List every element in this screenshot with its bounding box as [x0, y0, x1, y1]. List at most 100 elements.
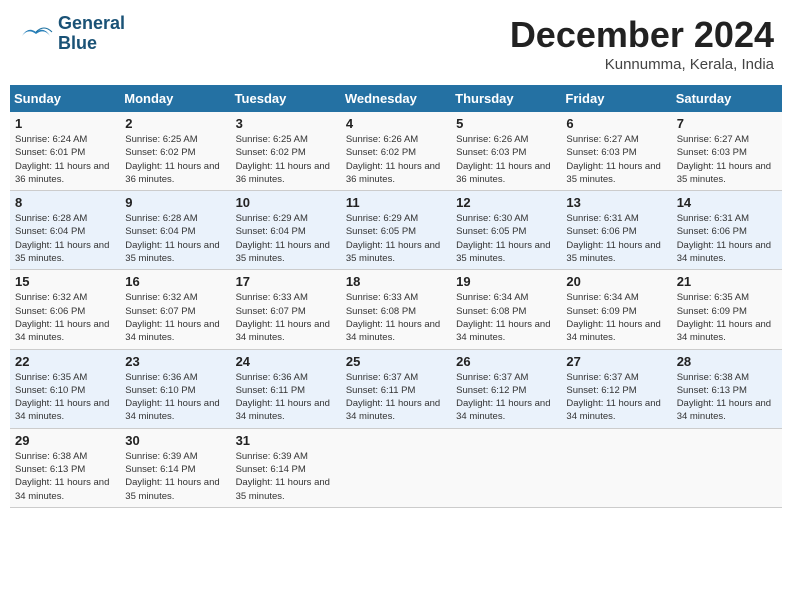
- day-info: Sunrise: 6:27 AM Sunset: 6:03 PM Dayligh…: [677, 133, 777, 186]
- day-info: Sunrise: 6:36 AM Sunset: 6:10 PM Dayligh…: [125, 371, 225, 424]
- logo: General Blue: [18, 14, 125, 54]
- weekday-header-thursday: Thursday: [451, 85, 561, 112]
- calendar-cell: 6Sunrise: 6:27 AM Sunset: 6:03 PM Daylig…: [561, 112, 671, 191]
- calendar-cell: 1 Sunrise: 6:24 AM Sunset: 6:01 PM Daylig…: [10, 112, 120, 191]
- calendar-cell: 4Sunrise: 6:26 AM Sunset: 6:02 PM Daylig…: [341, 112, 451, 191]
- day-number: 7: [677, 116, 777, 131]
- day-number: 20: [566, 274, 666, 289]
- calendar-cell: [561, 428, 671, 507]
- calendar-cell: 8 Sunrise: 6:28 AM Sunset: 6:04 PM Daylig…: [10, 191, 120, 270]
- day-number: 31: [236, 433, 336, 448]
- day-number: 2: [125, 116, 225, 131]
- day-number: 25: [346, 354, 446, 369]
- calendar-cell: 24 Sunrise: 6:36 AM Sunset: 6:11 PM Dayli…: [231, 349, 341, 428]
- day-number: 23: [125, 354, 225, 369]
- day-info: Sunrise: 6:38 AM Sunset: 6:13 PM Dayligh…: [15, 450, 115, 503]
- day-info: Sunrise: 6:33 AM Sunset: 6:08 PM Dayligh…: [346, 291, 446, 344]
- calendar-cell: 27Sunrise: 6:37 AM Sunset: 6:12 PM Dayli…: [561, 349, 671, 428]
- weekday-header-monday: Monday: [120, 85, 230, 112]
- calendar-week-row: 15 Sunrise: 6:32 AM Sunset: 6:06 PM Dayli…: [10, 270, 782, 349]
- calendar-week-row: 22Sunrise: 6:35 AM Sunset: 6:10 PM Dayli…: [10, 349, 782, 428]
- day-number: 30: [125, 433, 225, 448]
- day-number: 28: [677, 354, 777, 369]
- weekday-header-friday: Friday: [561, 85, 671, 112]
- calendar-cell: [451, 428, 561, 507]
- day-info: Sunrise: 6:37 AM Sunset: 6:11 PM Dayligh…: [346, 371, 446, 424]
- calendar-table: SundayMondayTuesdayWednesdayThursdayFrid…: [10, 85, 782, 508]
- day-info: Sunrise: 6:34 AM Sunset: 6:09 PM Dayligh…: [566, 291, 666, 344]
- calendar-cell: 25 Sunrise: 6:37 AM Sunset: 6:11 PM Dayli…: [341, 349, 451, 428]
- calendar-cell: 23 Sunrise: 6:36 AM Sunset: 6:10 PM Dayli…: [120, 349, 230, 428]
- weekday-header-wednesday: Wednesday: [341, 85, 451, 112]
- calendar-cell: 2 Sunrise: 6:25 AM Sunset: 6:02 PM Daylig…: [120, 112, 230, 191]
- weekday-header-saturday: Saturday: [672, 85, 782, 112]
- location: Kunnumma, Kerala, India: [510, 56, 774, 73]
- calendar-cell: 30 Sunrise: 6:39 AM Sunset: 6:14 PM Dayli…: [120, 428, 230, 507]
- calendar-cell: 20 Sunrise: 6:34 AM Sunset: 6:09 PM Dayli…: [561, 270, 671, 349]
- day-info: Sunrise: 6:29 AM Sunset: 6:05 PM Dayligh…: [346, 212, 446, 265]
- day-info: Sunrise: 6:35 AM Sunset: 6:09 PM Dayligh…: [677, 291, 777, 344]
- calendar-cell: 3 Sunrise: 6:25 AM Sunset: 6:02 PM Daylig…: [231, 112, 341, 191]
- day-info: Sunrise: 6:37 AM Sunset: 6:12 PM Dayligh…: [456, 371, 556, 424]
- day-info: Sunrise: 6:38 AM Sunset: 6:13 PM Dayligh…: [677, 371, 777, 424]
- calendar-cell: 18 Sunrise: 6:33 AM Sunset: 6:08 PM Dayli…: [341, 270, 451, 349]
- calendar-cell: 26Sunrise: 6:37 AM Sunset: 6:12 PM Dayli…: [451, 349, 561, 428]
- day-number: 14: [677, 195, 777, 210]
- day-number: 24: [236, 354, 336, 369]
- calendar-cell: 22Sunrise: 6:35 AM Sunset: 6:10 PM Dayli…: [10, 349, 120, 428]
- calendar-cell: 17Sunrise: 6:33 AM Sunset: 6:07 PM Dayli…: [231, 270, 341, 349]
- day-number: 8: [15, 195, 115, 210]
- day-info: Sunrise: 6:32 AM Sunset: 6:06 PM Dayligh…: [15, 291, 115, 344]
- weekday-header-tuesday: Tuesday: [231, 85, 341, 112]
- calendar-cell: 11 Sunrise: 6:29 AM Sunset: 6:05 PM Dayli…: [341, 191, 451, 270]
- day-info: Sunrise: 6:26 AM Sunset: 6:02 PM Dayligh…: [346, 133, 446, 186]
- day-info: Sunrise: 6:25 AM Sunset: 6:02 PM Dayligh…: [125, 133, 225, 186]
- day-number: 3: [236, 116, 336, 131]
- day-info: Sunrise: 6:39 AM Sunset: 6:14 PM Dayligh…: [236, 450, 336, 503]
- day-number: 5: [456, 116, 556, 131]
- day-number: 21: [677, 274, 777, 289]
- calendar-cell: 13Sunrise: 6:31 AM Sunset: 6:06 PM Dayli…: [561, 191, 671, 270]
- day-number: 19: [456, 274, 556, 289]
- day-info: Sunrise: 6:25 AM Sunset: 6:02 PM Dayligh…: [236, 133, 336, 186]
- calendar-cell: 14 Sunrise: 6:31 AM Sunset: 6:06 PM Dayli…: [672, 191, 782, 270]
- calendar-cell: 21 Sunrise: 6:35 AM Sunset: 6:09 PM Dayli…: [672, 270, 782, 349]
- calendar-cell: [341, 428, 451, 507]
- weekday-header-sunday: Sunday: [10, 85, 120, 112]
- day-number: 12: [456, 195, 556, 210]
- day-number: 15: [15, 274, 115, 289]
- calendar-cell: 12Sunrise: 6:30 AM Sunset: 6:05 PM Dayli…: [451, 191, 561, 270]
- day-info: Sunrise: 6:37 AM Sunset: 6:12 PM Dayligh…: [566, 371, 666, 424]
- day-number: 9: [125, 195, 225, 210]
- day-info: Sunrise: 6:34 AM Sunset: 6:08 PM Dayligh…: [456, 291, 556, 344]
- day-info: Sunrise: 6:29 AM Sunset: 6:04 PM Dayligh…: [236, 212, 336, 265]
- day-number: 11: [346, 195, 446, 210]
- day-info: Sunrise: 6:32 AM Sunset: 6:07 PM Dayligh…: [125, 291, 225, 344]
- calendar-cell: 19 Sunrise: 6:34 AM Sunset: 6:08 PM Dayli…: [451, 270, 561, 349]
- calendar-cell: 29 Sunrise: 6:38 AM Sunset: 6:13 PM Dayli…: [10, 428, 120, 507]
- day-number: 1: [15, 116, 115, 131]
- day-number: 18: [346, 274, 446, 289]
- day-info: Sunrise: 6:36 AM Sunset: 6:11 PM Dayligh…: [236, 371, 336, 424]
- title-block: December 2024 Kunnumma, Kerala, India: [510, 14, 774, 73]
- month-title: December 2024: [510, 14, 774, 56]
- calendar-cell: 15 Sunrise: 6:32 AM Sunset: 6:06 PM Dayli…: [10, 270, 120, 349]
- calendar-cell: 10Sunrise: 6:29 AM Sunset: 6:04 PM Dayli…: [231, 191, 341, 270]
- calendar-week-row: 29 Sunrise: 6:38 AM Sunset: 6:13 PM Dayli…: [10, 428, 782, 507]
- calendar-cell: 31 Sunrise: 6:39 AM Sunset: 6:14 PM Dayli…: [231, 428, 341, 507]
- day-number: 13: [566, 195, 666, 210]
- day-number: 6: [566, 116, 666, 131]
- calendar-week-row: 1 Sunrise: 6:24 AM Sunset: 6:01 PM Daylig…: [10, 112, 782, 191]
- logo-icon: [18, 16, 54, 52]
- day-info: Sunrise: 6:39 AM Sunset: 6:14 PM Dayligh…: [125, 450, 225, 503]
- day-info: Sunrise: 6:31 AM Sunset: 6:06 PM Dayligh…: [677, 212, 777, 265]
- day-number: 16: [125, 274, 225, 289]
- calendar-cell: 5Sunrise: 6:26 AM Sunset: 6:03 PM Daylig…: [451, 112, 561, 191]
- day-info: Sunrise: 6:28 AM Sunset: 6:04 PM Dayligh…: [15, 212, 115, 265]
- day-number: 29: [15, 433, 115, 448]
- calendar-cell: [672, 428, 782, 507]
- day-info: Sunrise: 6:24 AM Sunset: 6:01 PM Dayligh…: [15, 133, 115, 186]
- logo-text: General Blue: [58, 14, 125, 54]
- day-info: Sunrise: 6:33 AM Sunset: 6:07 PM Dayligh…: [236, 291, 336, 344]
- calendar-week-row: 8 Sunrise: 6:28 AM Sunset: 6:04 PM Daylig…: [10, 191, 782, 270]
